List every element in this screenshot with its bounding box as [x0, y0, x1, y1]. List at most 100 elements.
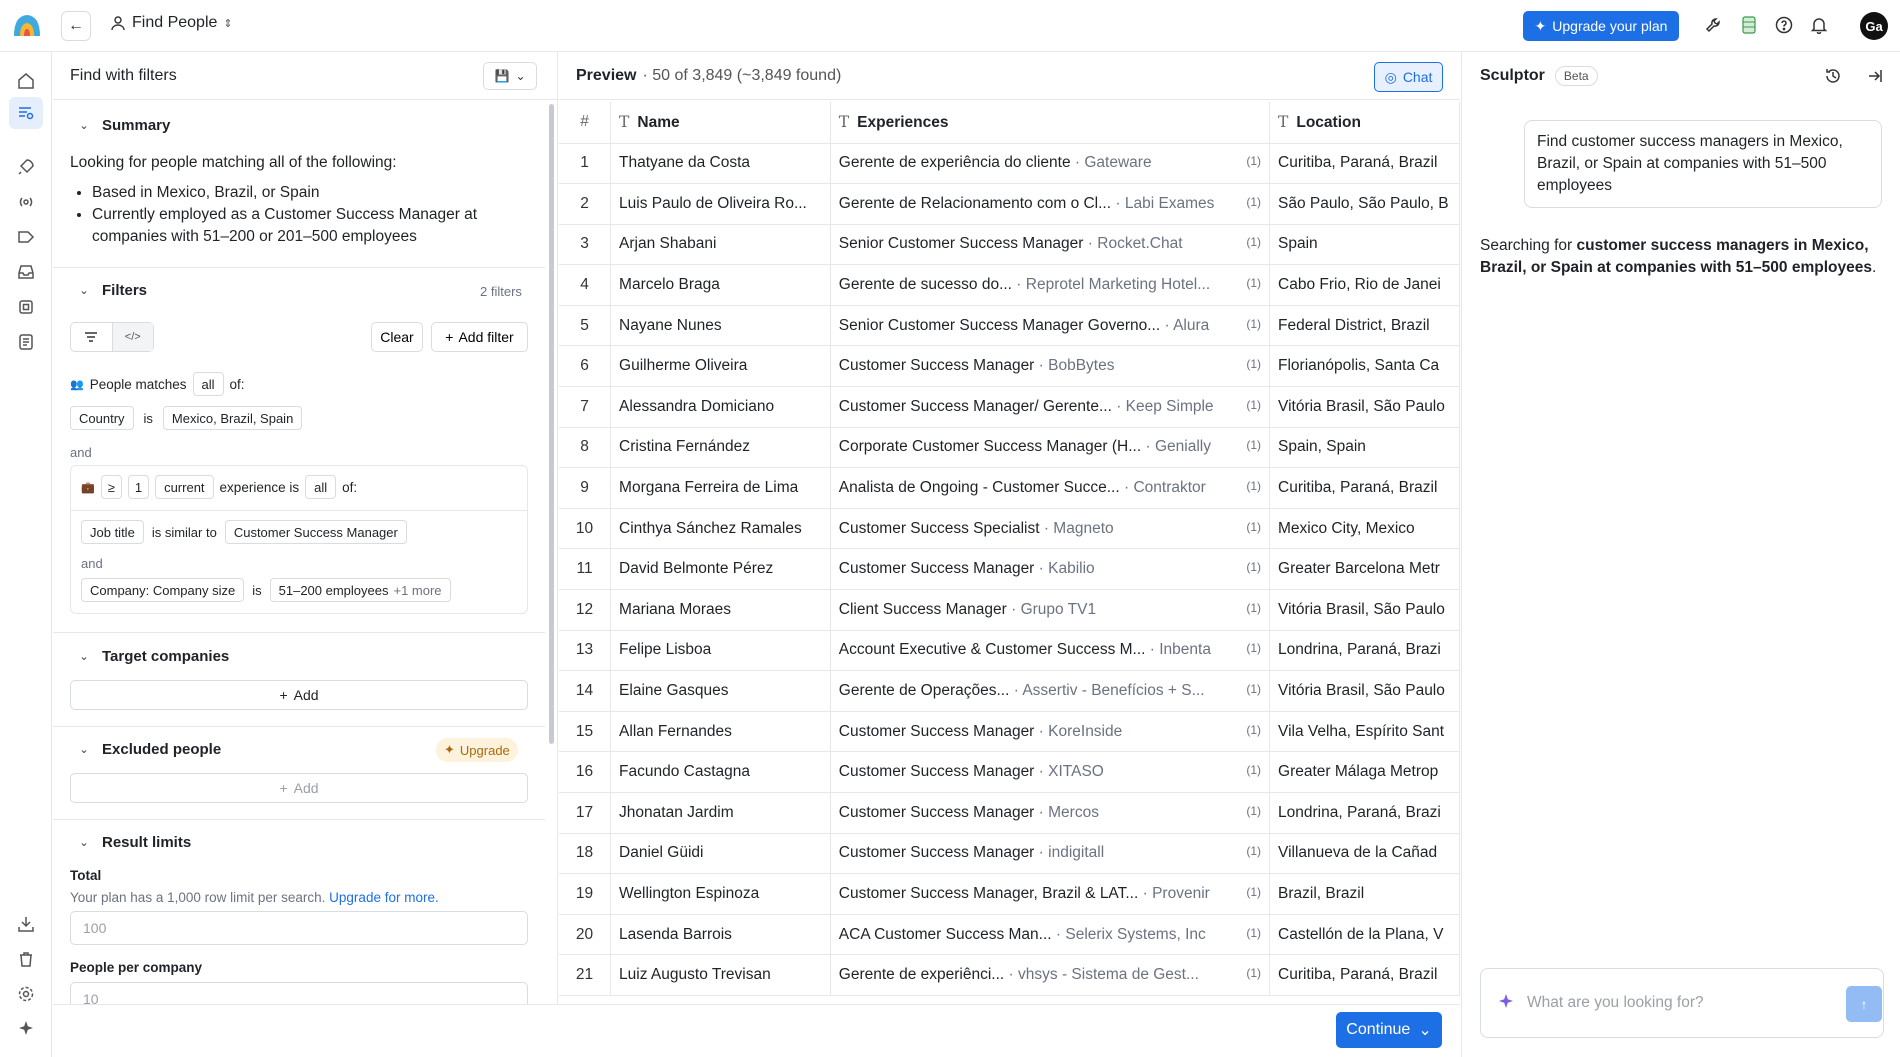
experience-cell[interactable]: Account Executive & Customer Success M..…	[830, 630, 1271, 672]
filter-value[interactable]: Mexico, Brazil, Spain	[162, 406, 303, 430]
location-cell[interactable]: Castellón de la Plana, V	[1269, 914, 1460, 956]
table-row[interactable]: 20 Lasenda Barrois ACA Customer Success Ma…	[559, 914, 1460, 956]
person-name-cell[interactable]: Facundo Castagna	[610, 751, 831, 793]
chip-icon[interactable]	[13, 294, 39, 320]
person-name-cell[interactable]: Mariana Moraes	[610, 589, 831, 631]
location-cell[interactable]: Greater Barcelona Metr	[1269, 548, 1460, 591]
table-row[interactable]: 12 Mariana Moraes Client Success Manager ·…	[559, 589, 1460, 631]
location-cell[interactable]: Greater Málaga Metrop	[1269, 751, 1460, 793]
table-row[interactable]: 9 Morgana Ferreira de Lima Analista de Ong…	[559, 467, 1460, 509]
summary-header[interactable]: ⌄ Summary	[78, 117, 170, 134]
experience-cell[interactable]: ACA Customer Success Man... · Selerix Sy…	[830, 914, 1271, 956]
code-icon[interactable]: </>	[112, 323, 153, 351]
filters-scrollbar[interactable]	[549, 104, 554, 744]
table-row[interactable]: 16 Facundo Castagna Customer Success Manag…	[559, 751, 1460, 793]
experience-cell[interactable]: Gerente de experiênci... · vhsys - Siste…	[830, 954, 1271, 996]
add-filter-button[interactable]: + Add filter	[431, 322, 528, 352]
experience-cell[interactable]: Gerente de sucesso do... · Reprotel Mark…	[830, 264, 1271, 306]
person-name-cell[interactable]: Elaine Gasques	[610, 670, 831, 712]
experience-cell[interactable]: Senior Customer Success Manager · Rocket…	[830, 224, 1271, 266]
person-name-cell[interactable]: Morgana Ferreira de Lima	[610, 467, 831, 509]
location-cell[interactable]: Vitória Brasil, São Paulo	[1269, 386, 1460, 428]
help-icon[interactable]	[1773, 14, 1795, 36]
excluded-people-header[interactable]: ⌄ Excluded people	[78, 741, 221, 758]
filter-operator[interactable]: is similar to	[147, 520, 221, 544]
experience-cell[interactable]: Customer Success Manager · Mercos (1)	[830, 792, 1271, 834]
tag-icon[interactable]	[13, 224, 39, 250]
table-row[interactable]: 8 Cristina Fernández Corporate Customer Su…	[559, 427, 1460, 469]
inbox-icon[interactable]	[13, 259, 39, 285]
result-limits-header[interactable]: ⌄ Result limits	[78, 834, 191, 851]
settings-icon[interactable]	[13, 981, 39, 1007]
table-row[interactable]: 10 Cinthya Sánchez Ramales Customer Succes…	[559, 508, 1460, 550]
filter-operator[interactable]: is	[139, 406, 157, 430]
experience-cell[interactable]: Customer Success Manager · KoreInside (1)	[830, 711, 1271, 753]
wrench-icon[interactable]	[1703, 14, 1725, 36]
person-name-cell[interactable]: Wellington Espinoza	[610, 873, 831, 915]
job-title-filter[interactable]: Job title is similar to Customer Success…	[81, 520, 407, 544]
location-cell[interactable]: Mexico City, Mexico	[1269, 508, 1460, 550]
trash-icon[interactable]	[13, 946, 39, 972]
table-row[interactable]: 4 Marcelo Braga Gerente de sucesso do... ·…	[559, 264, 1460, 306]
location-cell[interactable]: Villanueva de la Cañad	[1269, 833, 1460, 875]
person-name-cell[interactable]: David Belmonte Pérez	[610, 548, 831, 591]
signal-icon[interactable]	[13, 189, 39, 215]
location-cell[interactable]: Curitiba, Paraná, Brazil	[1269, 467, 1460, 509]
location-cell[interactable]: Londrina, Paraná, Brazi	[1269, 792, 1460, 834]
download-icon[interactable]	[13, 911, 39, 937]
person-name-cell[interactable]: Arjan Shabani	[610, 224, 831, 266]
person-name-cell[interactable]: Lasenda Barrois	[610, 914, 831, 956]
filter-field[interactable]: Company: Company size	[81, 578, 245, 602]
person-name-cell[interactable]: Felipe Lisboa	[610, 630, 831, 672]
per-company-limit-input[interactable]: 10	[70, 982, 528, 1004]
experience-cell[interactable]: Gerente de Operações... · Assertiv - Ben…	[830, 670, 1271, 712]
filter-field[interactable]: Country	[70, 406, 134, 430]
collapse-panel-icon[interactable]	[1866, 67, 1884, 90]
add-target-companies-button[interactable]: + Add	[70, 680, 528, 710]
experience-type-select[interactable]: current	[155, 475, 214, 499]
table-row[interactable]: 11 David Belmonte Pérez Customer Success M…	[559, 548, 1460, 591]
column-header-name[interactable]: T Name	[610, 102, 831, 144]
experience-cell[interactable]: Customer Success Manager · XITASO (1)	[830, 751, 1271, 793]
comparator-select[interactable]: ≥	[100, 475, 122, 499]
experience-cell[interactable]: Customer Success Manager · indigitall (1)	[830, 833, 1271, 875]
filters-header[interactable]: ⌄ Filters	[78, 282, 147, 299]
table-row[interactable]: 19 Wellington Espinoza Customer Success Ma…	[559, 873, 1460, 915]
table-row[interactable]: 14 Elaine Gasques Gerente de Operações... …	[559, 670, 1460, 712]
person-name-cell[interactable]: Alessandra Domiciano	[610, 386, 831, 428]
table-row[interactable]: 1 Thatyane da Costa Gerente de experiência…	[559, 143, 1460, 185]
find-people-icon[interactable]	[9, 97, 43, 129]
save-menu-button[interactable]: 💾 ⌄	[483, 62, 537, 90]
experience-cell[interactable]: Client Success Manager · Grupo TV1 (1)	[830, 589, 1271, 631]
company-size-filter[interactable]: Company: Company size is 51–200 employee…	[81, 578, 451, 602]
table-row[interactable]: 18 Daniel Güidi Customer Success Manager ·…	[559, 833, 1460, 875]
person-name-cell[interactable]: Guilherme Oliveira	[610, 345, 831, 388]
sparkle-icon[interactable]	[13, 1016, 39, 1042]
experience-cell[interactable]: Customer Success Manager · Kabilio (1)	[830, 548, 1271, 591]
table-row[interactable]: 7 Alessandra Domiciano Customer Success Ma…	[559, 386, 1460, 428]
person-name-cell[interactable]: Marcelo Braga	[610, 264, 831, 306]
experience-cell[interactable]: Customer Success Specialist · Magneto (1)	[830, 508, 1271, 550]
table-row[interactable]: 5 Nayane Nunes Senior Customer Success Man…	[559, 305, 1460, 347]
target-companies-header[interactable]: ⌄ Target companies	[78, 648, 229, 665]
filter-list-icon[interactable]	[71, 323, 113, 351]
location-cell[interactable]: Cabo Frio, Rio de Janei	[1269, 264, 1460, 306]
upgrade-badge[interactable]: ✦ Upgrade	[436, 738, 518, 762]
person-name-cell[interactable]: Allan Fernandes	[610, 711, 831, 753]
experience-cell[interactable]: Corporate Customer Success Manager (H...…	[830, 427, 1271, 469]
country-filter[interactable]: Country is Mexico, Brazil, Spain	[70, 406, 303, 430]
experience-cell[interactable]: Gerente de Relacionamento com o Cl... · …	[830, 183, 1271, 225]
page-title[interactable]: Find People ⇕	[110, 14, 233, 32]
filter-value[interactable]: 51–200 employees +1 more	[269, 578, 451, 602]
chat-button[interactable]: ◎ Chat	[1374, 62, 1443, 92]
credits-icon[interactable]	[1738, 14, 1760, 36]
send-button[interactable]: ↑	[1846, 986, 1882, 1022]
match-mode-select[interactable]: all	[192, 372, 224, 396]
column-header-location[interactable]: T Location	[1269, 102, 1460, 144]
filter-value[interactable]: Customer Success Manager	[224, 520, 407, 544]
sculptor-chat-input[interactable]: What are you looking for? ↑	[1480, 968, 1884, 1038]
home-icon[interactable]	[13, 68, 39, 94]
person-name-cell[interactable]: Jhonatan Jardim	[610, 792, 831, 834]
experience-cell[interactable]: Gerente de experiência do cliente · Gate…	[830, 143, 1271, 185]
location-cell[interactable]: Vila Velha, Espírito Sant	[1269, 711, 1460, 753]
